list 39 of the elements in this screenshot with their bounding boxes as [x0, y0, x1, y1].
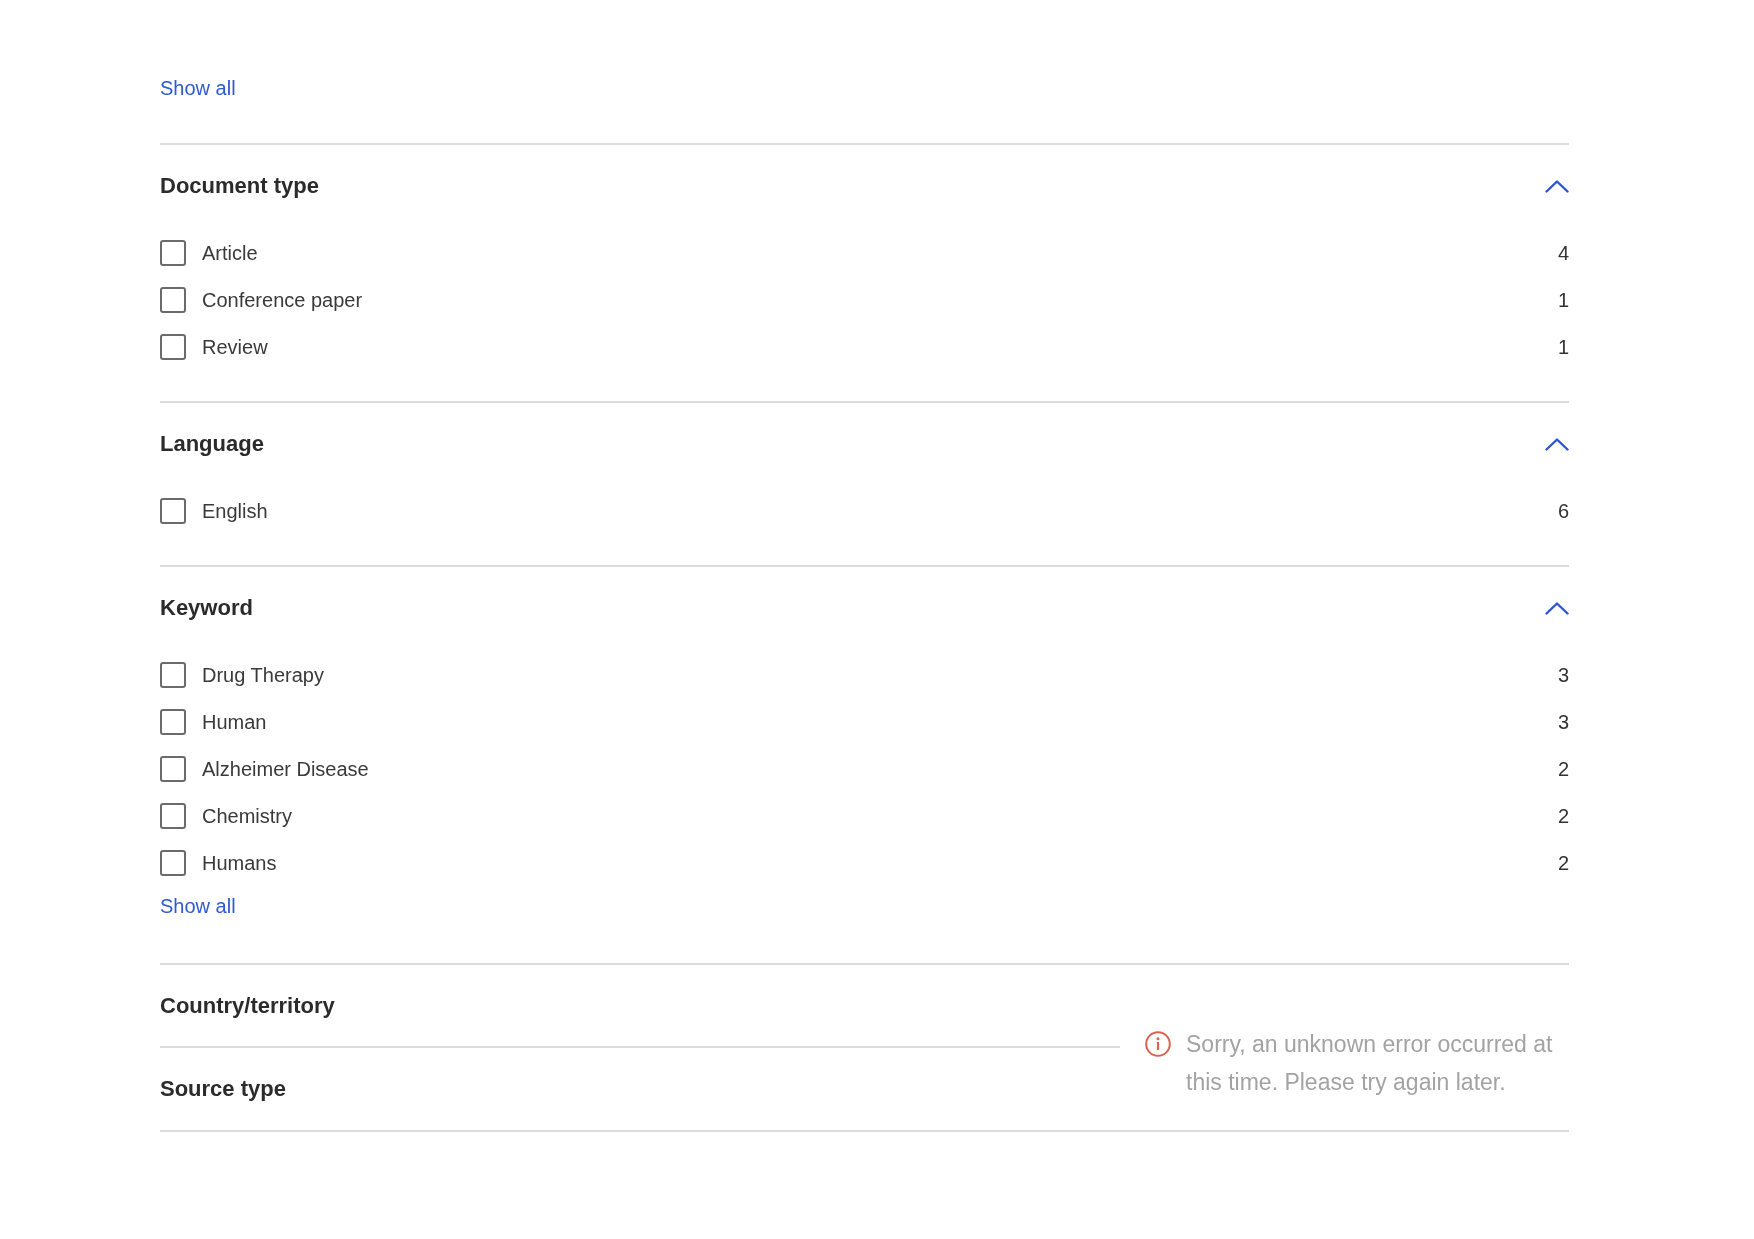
- option-label: Chemistry: [202, 803, 292, 829]
- checkbox[interactable]: [160, 708, 186, 735]
- result-count: 3: [1557, 709, 1569, 735]
- filter-heading: Document type: [160, 172, 319, 200]
- checkbox[interactable]: [160, 755, 186, 782]
- result-count: 2: [1557, 803, 1569, 829]
- result-count: 1: [1557, 287, 1569, 313]
- option-label: Review: [202, 334, 268, 360]
- chevron-up-icon[interactable]: [1545, 437, 1569, 451]
- result-count: 6: [1557, 498, 1569, 524]
- option-label: Drug Therapy: [202, 662, 324, 688]
- checkbox[interactable]: [160, 239, 186, 266]
- option-label: Article: [202, 240, 258, 266]
- result-count: 1: [1557, 334, 1569, 360]
- option-label: Humans: [202, 850, 277, 876]
- option-label: Human: [202, 709, 267, 735]
- show-all-link[interactable]: Show all: [160, 892, 236, 920]
- show-all-link[interactable]: Show all: [160, 74, 236, 102]
- result-count: 3: [1557, 662, 1569, 688]
- chevron-up-icon[interactable]: [1545, 601, 1569, 615]
- result-count: 2: [1557, 850, 1569, 876]
- checkbox[interactable]: [160, 661, 186, 688]
- checkbox[interactable]: [160, 849, 186, 876]
- chevron-up-icon[interactable]: [1545, 179, 1569, 193]
- filter-heading: Keyword: [160, 594, 253, 622]
- checkbox[interactable]: [160, 802, 186, 829]
- filter-heading: Source type: [160, 1075, 287, 1103]
- filter-heading: Language: [160, 430, 264, 458]
- result-count: 2: [1557, 756, 1569, 782]
- info-icon: [1145, 1031, 1171, 1057]
- checkbox[interactable]: [160, 497, 186, 524]
- checkbox[interactable]: [160, 286, 186, 313]
- checkbox[interactable]: [160, 333, 186, 360]
- option-label: English: [202, 498, 268, 524]
- filter-heading: Country/territory: [160, 992, 336, 1020]
- option-label: Conference paper: [202, 287, 363, 313]
- result-count: 4: [1557, 240, 1569, 266]
- option-label: Alzheimer Disease: [202, 756, 369, 782]
- error-message: Sorry, an unknown error occurred at this time. Please try again later.: [1186, 1030, 1554, 1097]
